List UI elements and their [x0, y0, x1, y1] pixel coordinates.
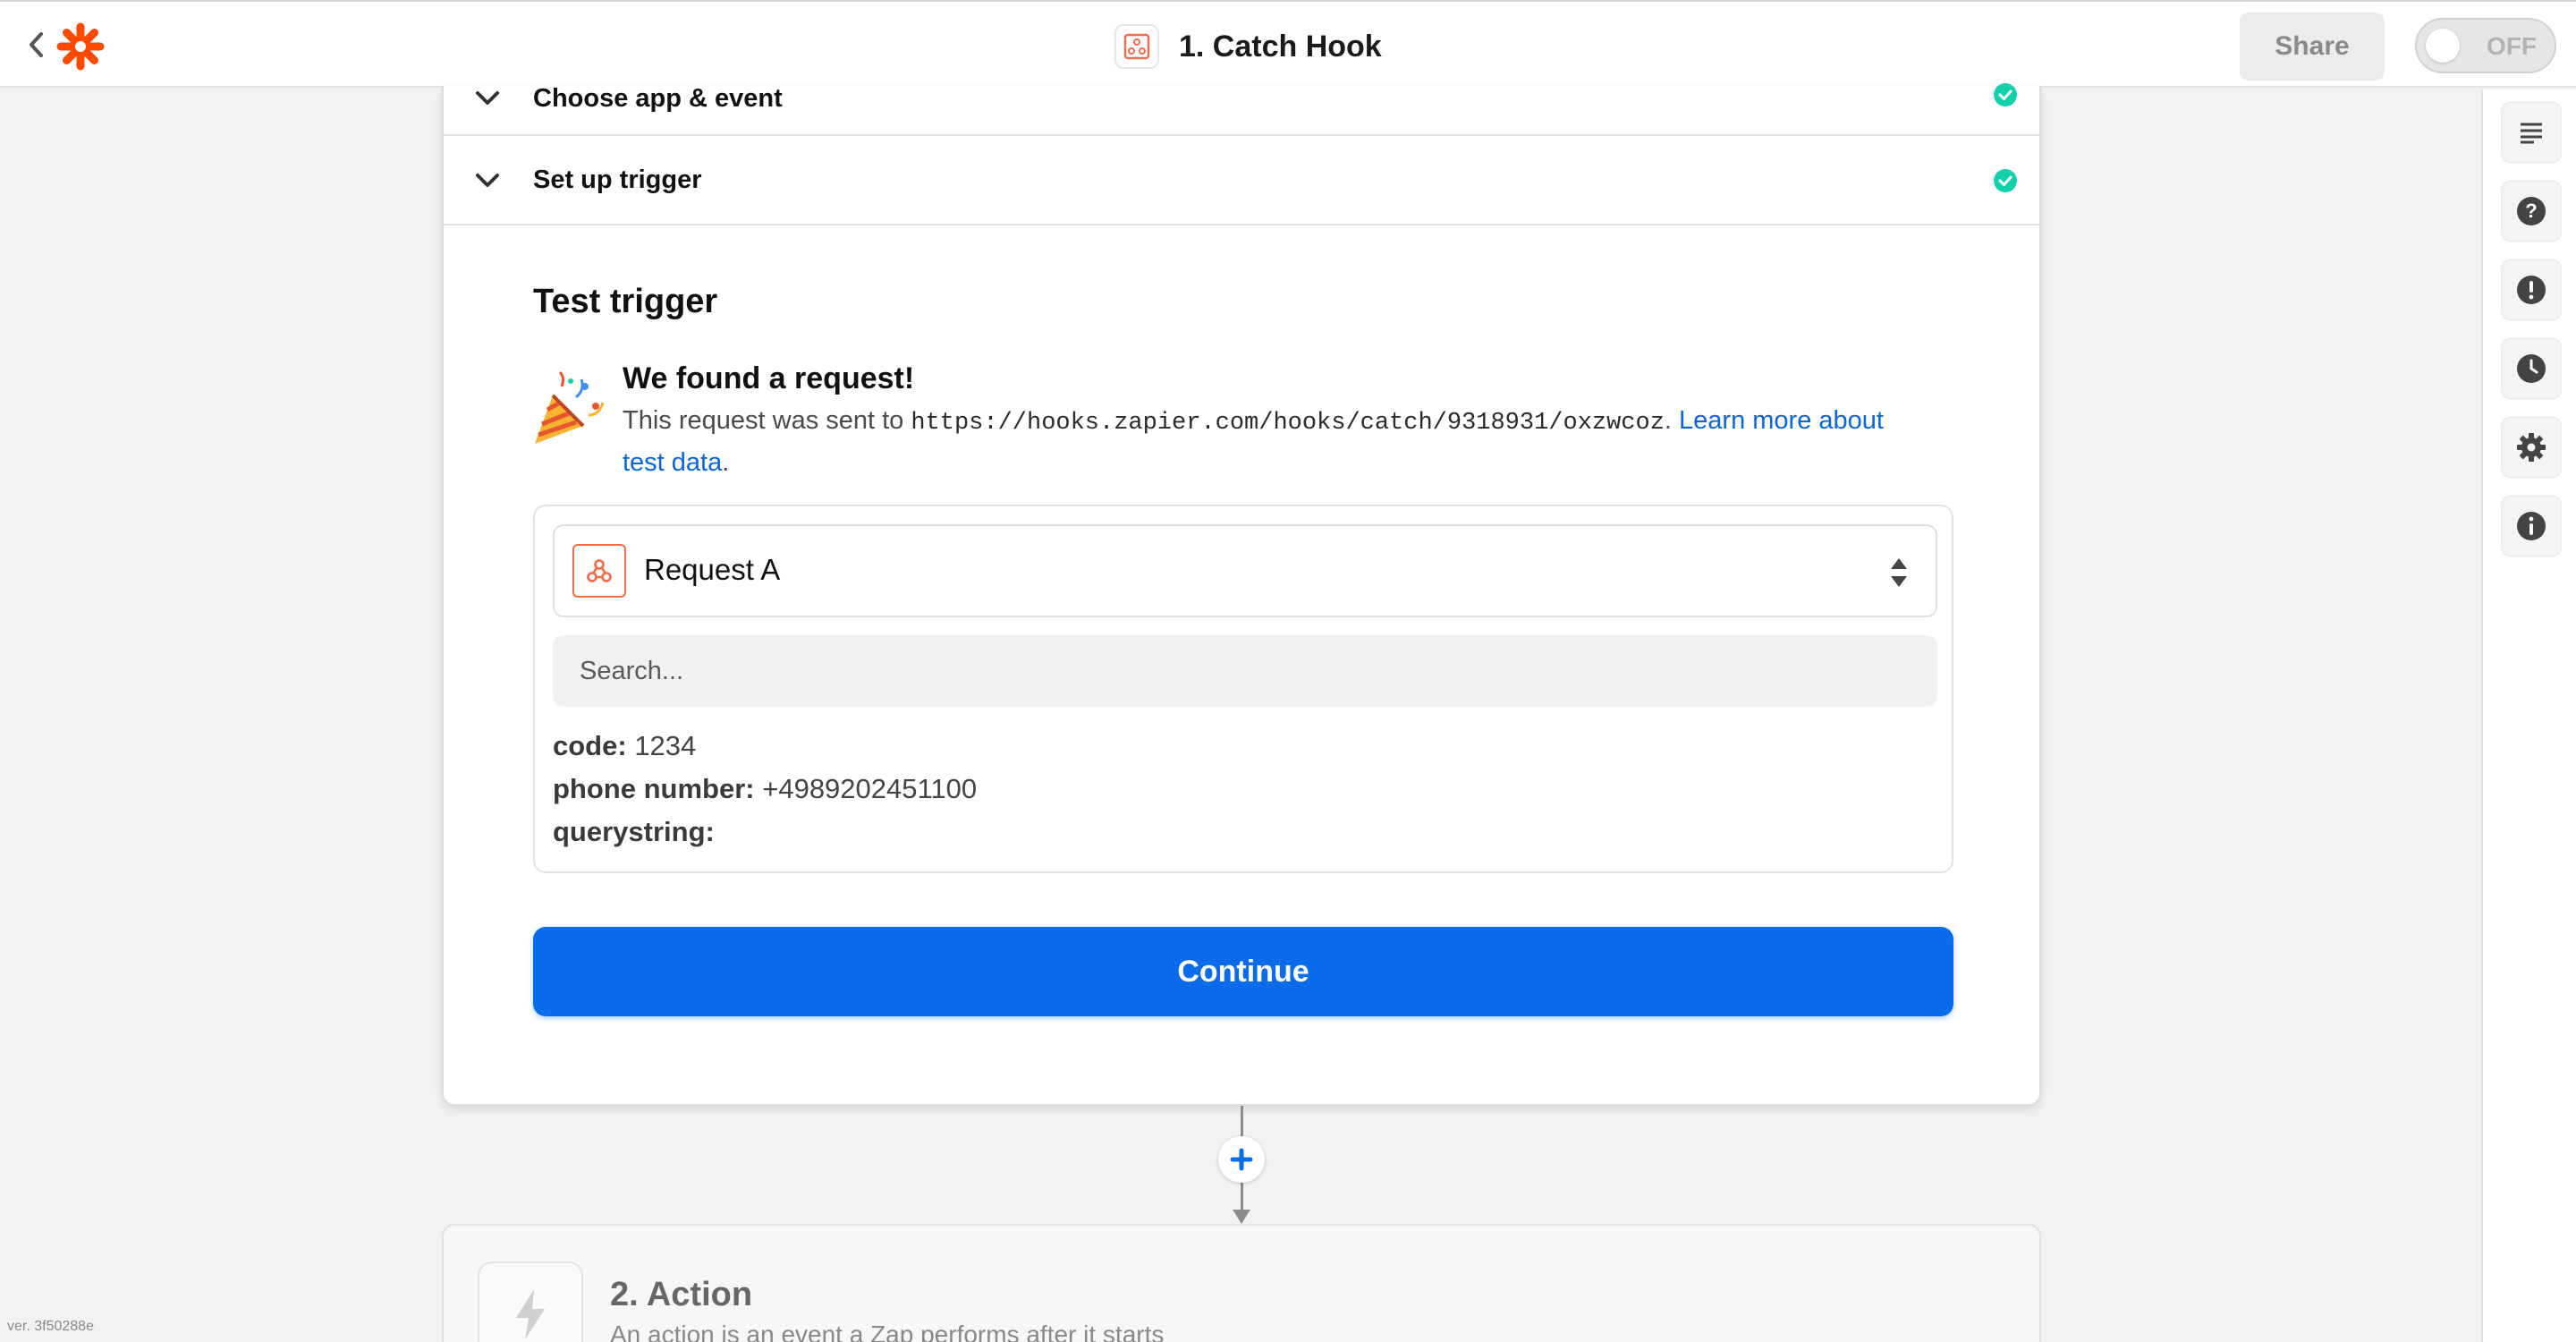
request-data-panel: Request A code: 1234 phone number: +4989…: [533, 505, 1953, 873]
found-request-title: We found a request!: [623, 361, 915, 395]
field-value: +4989202451100: [762, 773, 978, 804]
search-input[interactable]: [553, 635, 1937, 707]
zap-title[interactable]: 1. Catch Hook: [1114, 23, 1382, 70]
share-button[interactable]: Share: [2240, 13, 2385, 81]
toggle-label: OFF: [2487, 32, 2537, 60]
lightning-icon: [478, 1261, 583, 1342]
toggle-knob: [2426, 29, 2460, 63]
alert-icon[interactable]: [2501, 259, 2562, 320]
action-description: An action is an event a Zap performs aft…: [610, 1321, 1165, 1342]
test-trigger-title: Test trigger: [533, 283, 718, 320]
action-title: 2. Action: [610, 1276, 753, 1313]
hook-url: https://hooks.zapier.com/hooks/catch/931…: [911, 410, 1665, 437]
field-value: 1234: [634, 730, 697, 761]
action-step-card[interactable]: 2. Action An action is an event a Zap pe…: [442, 1224, 2041, 1342]
trigger-step-card: Choose app & event Set up trigger Test t…: [442, 83, 2041, 1106]
back-chevron-icon[interactable]: [23, 29, 50, 61]
field-key: code:: [553, 730, 627, 761]
history-clock-icon[interactable]: [2501, 338, 2562, 399]
chevron-down-icon: [474, 89, 501, 112]
setup-trigger-label: Set up trigger: [533, 166, 702, 194]
continue-button[interactable]: Continue: [533, 927, 1953, 1016]
sort-updown-icon: [1889, 556, 1909, 593]
add-step-plus-icon[interactable]: [1218, 1136, 1265, 1183]
request-select[interactable]: Request A: [553, 524, 1937, 617]
desc-dot: .: [1664, 406, 1672, 435]
zap-title-text: 1. Catch Hook: [1179, 29, 1382, 64]
top-header: 1. Catch Hook Share OFF: [0, 0, 2576, 88]
field-querystring: querystring:: [553, 816, 715, 848]
choose-app-event-row[interactable]: Choose app & event: [444, 83, 2039, 136]
check-circle-icon: [1993, 82, 2018, 112]
zap-on-off-toggle[interactable]: OFF: [2415, 18, 2556, 73]
svg-text:?: ?: [2525, 200, 2537, 222]
field-key: querystring:: [553, 816, 715, 847]
field-code: code: 1234: [553, 730, 696, 762]
help-icon[interactable]: ?: [2501, 181, 2562, 242]
webhook-icon: [1114, 24, 1159, 69]
choose-app-event-label: Choose app & event: [533, 84, 783, 113]
version-label: ver. 3f50288e: [7, 1319, 94, 1334]
desc-end: .: [722, 448, 730, 477]
field-phone-number: phone number: +4989202451100: [553, 773, 977, 805]
party-popper-icon: [530, 370, 608, 449]
desc-prefix: This request was sent to: [623, 406, 911, 435]
field-key: phone number:: [553, 773, 755, 804]
found-request-description: This request was sent to https://hooks.z…: [623, 401, 1911, 482]
zapier-logo-icon[interactable]: [55, 21, 106, 72]
settings-gear-icon[interactable]: [2501, 417, 2562, 478]
right-sidebar: ?: [2481, 89, 2576, 1342]
selected-request-label: Request A: [644, 553, 781, 586]
chevron-down-icon: [474, 172, 501, 194]
info-icon[interactable]: [2501, 496, 2562, 556]
outline-list-icon[interactable]: [2501, 102, 2562, 163]
check-circle-icon: [1993, 168, 2018, 198]
webhook-icon: [572, 544, 626, 598]
setup-trigger-row[interactable]: Set up trigger: [444, 136, 2039, 225]
